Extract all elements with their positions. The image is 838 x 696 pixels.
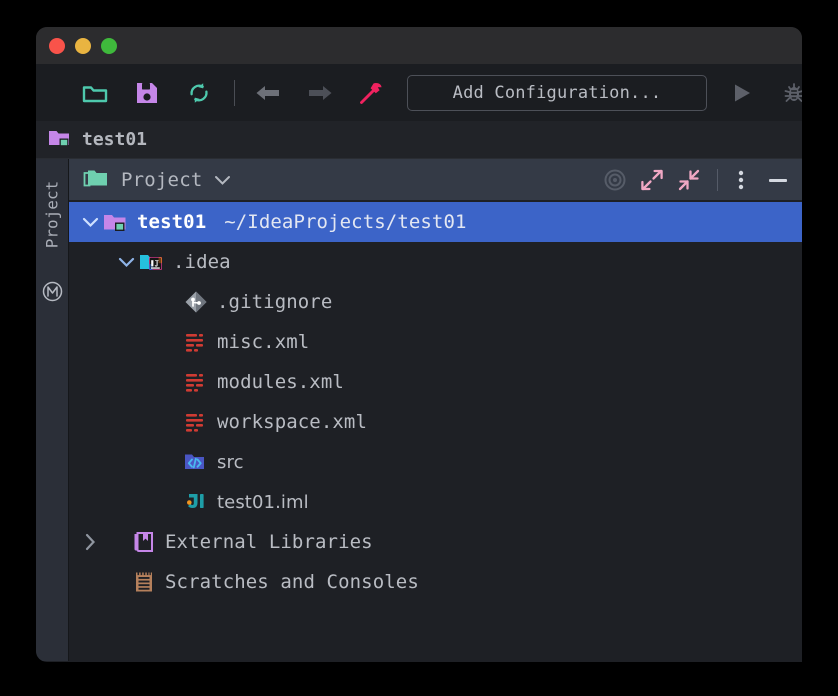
screen-root: Add Configuration... — [0, 0, 838, 696]
folder-module-icon — [103, 209, 129, 235]
header-divider — [717, 169, 718, 191]
breadcrumb[interactable]: test01 — [36, 121, 802, 159]
collapse-all-icon[interactable] — [675, 166, 703, 194]
tree-item-label: Scratches and Consoles — [165, 571, 419, 593]
window-titlebar — [36, 27, 802, 64]
table-row[interactable]: External Libraries — [69, 522, 802, 562]
tree-item-label: workspace.xml — [217, 411, 367, 433]
git-file-icon — [183, 289, 209, 315]
hide-minimize-icon[interactable] — [764, 166, 792, 194]
ide-window: Add Configuration... — [36, 27, 802, 662]
main-toolbar: Add Configuration... — [36, 64, 802, 121]
open-folder-icon[interactable] — [78, 76, 112, 110]
project-folder-icon — [83, 167, 109, 193]
ide-body: Project Projec — [36, 159, 802, 661]
toolbar-divider-1 — [234, 80, 235, 106]
table-row[interactable]: modules.xml — [69, 362, 802, 402]
tree-item-label: src — [217, 452, 244, 473]
minimize-window-button[interactable] — [75, 38, 91, 54]
expand-all-icon[interactable] — [638, 166, 666, 194]
tree-item-label: test01.iml — [217, 492, 309, 513]
xml-file-icon — [183, 369, 209, 395]
project-tree[interactable]: test01 ~/IdeaProjects/test01 — [69, 200, 802, 661]
tree-item-label: .gitignore — [217, 291, 332, 313]
forward-arrow-icon[interactable] — [303, 76, 337, 110]
tree-indent-spacer — [77, 569, 103, 595]
project-panel-header: Project — [69, 159, 802, 200]
maven-circle-m-icon[interactable] — [42, 281, 63, 302]
table-row[interactable]: .idea — [69, 242, 802, 282]
breadcrumb-label: test01 — [82, 129, 147, 150]
build-hammer-icon[interactable] — [355, 76, 389, 110]
sync-icon[interactable] — [182, 76, 216, 110]
tree-item-label: test01 — [137, 211, 206, 233]
save-all-icon[interactable] — [130, 76, 164, 110]
chevron-down-icon[interactable] — [77, 209, 103, 235]
maximize-window-button[interactable] — [101, 38, 117, 54]
table-row[interactable]: workspace.xml — [69, 402, 802, 442]
iml-file-icon — [183, 489, 209, 515]
table-row[interactable]: misc.xml — [69, 322, 802, 362]
xml-file-icon — [183, 329, 209, 355]
table-row[interactable]: Scratches and Consoles — [69, 562, 802, 602]
tree-item-label: modules.xml — [217, 371, 344, 393]
xml-file-icon — [183, 409, 209, 435]
locate-target-icon[interactable] — [601, 166, 629, 194]
source-folder-icon — [183, 449, 209, 475]
run-configuration-selector[interactable]: Add Configuration... — [407, 75, 707, 111]
run-button-icon[interactable] — [725, 76, 759, 110]
sidebar-item-project[interactable]: Project — [43, 175, 62, 255]
tool-window-stripe: Project — [36, 159, 68, 661]
table-row[interactable]: src — [69, 442, 802, 482]
table-row[interactable]: test01.iml — [69, 482, 802, 522]
chevron-down-icon[interactable] — [113, 249, 139, 275]
tree-item-label: misc.xml — [217, 331, 309, 353]
tree-item-path: ~/IdeaProjects/test01 — [224, 211, 466, 233]
table-row[interactable]: test01 ~/IdeaProjects/test01 — [69, 202, 802, 242]
back-arrow-icon[interactable] — [251, 76, 285, 110]
folder-module-icon — [48, 128, 72, 152]
idea-folder-icon — [139, 249, 165, 275]
debug-bug-icon[interactable] — [777, 76, 802, 110]
table-row[interactable]: .gitignore — [69, 282, 802, 322]
chevron-down-icon[interactable] — [214, 174, 231, 186]
libraries-icon — [131, 529, 157, 555]
chevron-right-icon[interactable] — [77, 529, 103, 555]
tree-item-label: .idea — [173, 251, 231, 273]
tree-item-label: External Libraries — [165, 531, 373, 553]
project-tool-window: Project — [68, 159, 802, 661]
close-window-button[interactable] — [49, 38, 65, 54]
scratches-icon — [131, 569, 157, 595]
more-options-icon[interactable] — [727, 166, 755, 194]
panel-title: Project — [121, 169, 202, 191]
